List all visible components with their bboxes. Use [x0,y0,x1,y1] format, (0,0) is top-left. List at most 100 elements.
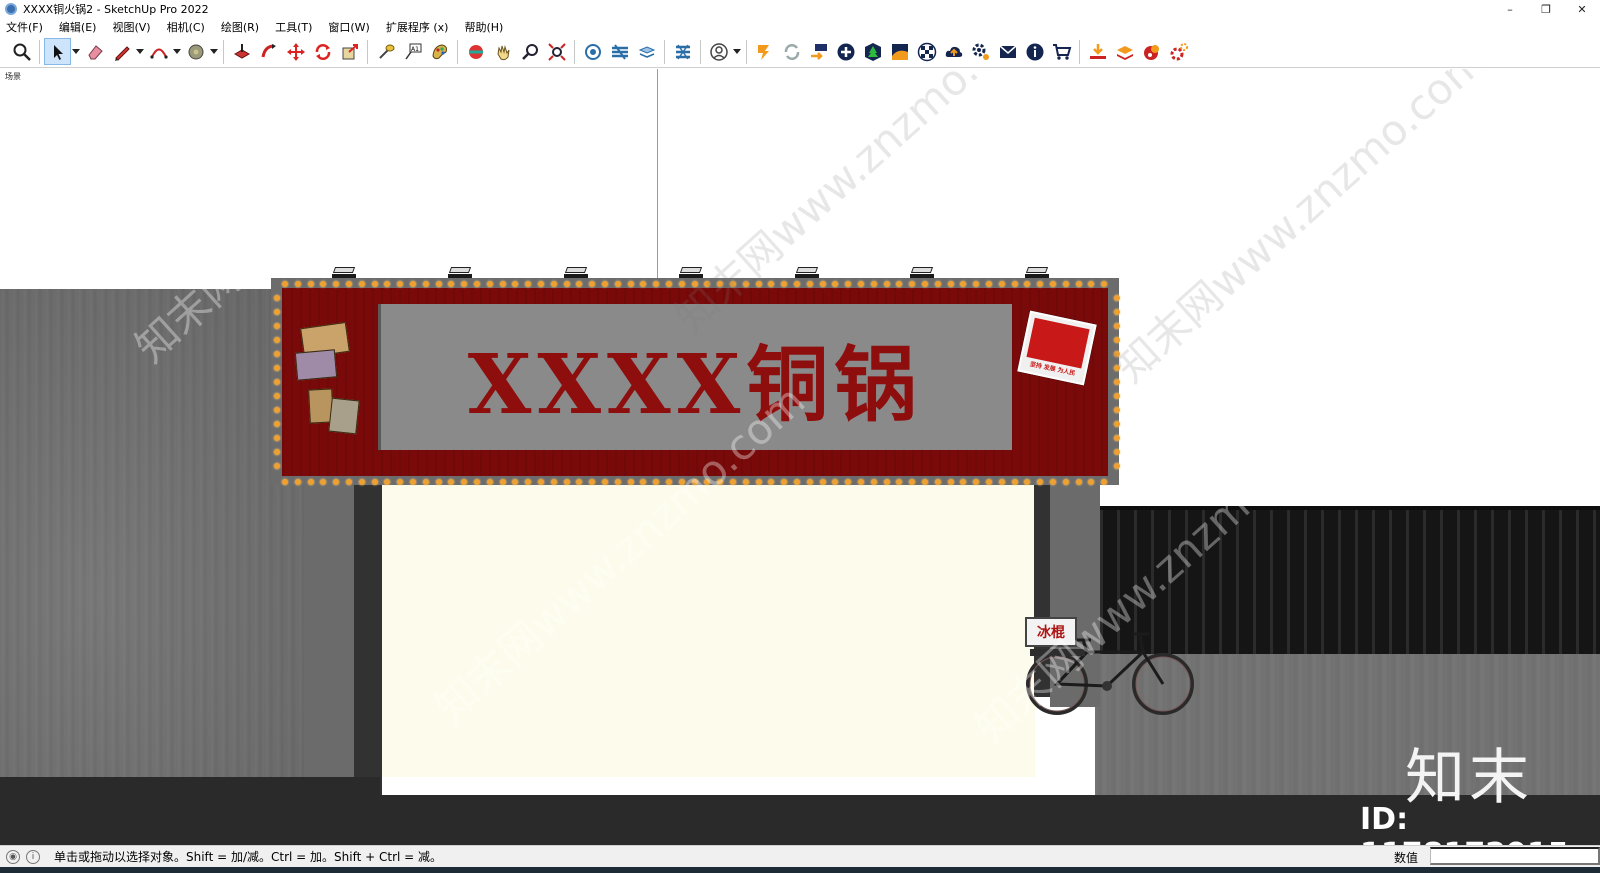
account-icon[interactable] [705,38,732,65]
mail-icon[interactable] [994,38,1021,65]
marquee-bulb [922,479,928,485]
add-icon[interactable] [832,38,859,65]
marquee-bulb [627,281,634,287]
cloud-icon[interactable] [940,38,967,65]
marquee-bulb [274,351,280,357]
zoom-window-icon[interactable] [543,38,570,65]
marquee-bulb [1075,281,1082,287]
marquee-bulb [819,281,826,287]
measurements-input[interactable] [1430,847,1600,865]
pencil-dropdown-icon[interactable] [135,38,145,65]
terrain-icon[interactable] [886,38,913,65]
download-icon[interactable] [1084,38,1111,65]
marquee-bulb [806,281,813,287]
marquee-bulb [294,479,301,485]
taskbar-edge [0,867,1600,873]
menu-window[interactable]: 窗口(W) [326,19,371,35]
marquee-bulb [474,281,480,287]
minimize-button[interactable]: – [1492,0,1528,18]
marquee-bulb [691,281,698,287]
menu-camera[interactable]: 相机(C) [165,19,207,35]
cart-icon[interactable] [1048,38,1075,65]
paint-icon[interactable] [426,38,453,65]
styles-icon[interactable] [633,38,660,65]
scale-icon[interactable] [336,38,363,65]
paint-dropdown-icon[interactable] [209,38,219,65]
marquee-bulb [858,479,864,485]
scene-tab[interactable]: 场景 [5,71,21,82]
orbit-icon[interactable] [462,38,489,65]
layer-stack-icon[interactable] [1111,38,1138,65]
menu-view[interactable]: 视图(V) [110,19,152,35]
select-icon[interactable] [44,38,71,65]
info-icon[interactable] [1021,38,1048,65]
marquee-bulb [274,449,280,455]
extension-icon[interactable] [751,38,778,65]
eraser-icon[interactable] [81,38,108,65]
menu-edit[interactable]: 编辑(E) [57,19,99,35]
toolbar-separator [574,39,575,64]
ground-edge [0,777,380,797]
refresh-icon[interactable] [778,38,805,65]
status-bar: ◉ i 单击或拖动以选择对象。Shift = 加/减。Ctrl = 加。Shif… [0,845,1600,867]
move-icon[interactable] [282,38,309,65]
marquee-bulb [1075,479,1082,485]
marquee-bulb [1114,309,1120,315]
fence-top-rail [1100,506,1600,510]
account-dropdown-icon[interactable] [732,38,742,65]
paint-bucket-icon[interactable] [182,38,209,65]
zoom-extents-icon[interactable] [8,38,35,65]
marquee-bulb [307,281,314,287]
gear-icon[interactable] [967,38,994,65]
marquee-bulb [819,479,826,485]
marquee-bulb [1050,281,1056,287]
marquee-bulb [870,281,877,287]
status-hint: 单击或拖动以选择对象。Shift = 加/减。Ctrl = 加。Shift + … [54,850,443,864]
layers-icon[interactable] [606,38,633,65]
export-icon[interactable] [805,38,832,65]
zoom-icon[interactable] [516,38,543,65]
credits-icon[interactable]: i [26,849,40,864]
marquee-bulb [755,479,762,485]
marquee-bulb [1114,351,1120,357]
arc-dropdown-icon[interactable] [172,38,182,65]
tape-measure-icon[interactable] [372,38,399,65]
pan-icon[interactable] [489,38,516,65]
menu-file[interactable]: 文件(F) [4,19,45,35]
spotlight-icon [448,267,472,279]
marquee-bulb [742,479,749,485]
close-button[interactable]: ✕ [1564,0,1600,18]
marquee-bulb [371,479,378,485]
select-dropdown-icon[interactable] [71,38,81,65]
model-viewport[interactable]: 场景 XXXX铜锅 坚持 发展 为人民 冰棍 知末网www.znzmo.com … [0,69,1600,845]
push-pull-icon[interactable] [228,38,255,65]
marquee-bulb [666,479,672,485]
follow-me-icon[interactable] [255,38,282,65]
text-icon[interactable]: A1 [399,38,426,65]
scenes-icon[interactable] [669,38,696,65]
restore-button[interactable]: ❐ [1528,0,1564,18]
menu-tools[interactable]: 工具(T) [273,19,314,35]
left-wall-shading [0,289,305,799]
rotate-icon[interactable] [309,38,336,65]
marquee-bulb [563,281,570,287]
svg-text:A1: A1 [411,46,419,53]
marquee-bulb [550,479,557,485]
settings-icon[interactable] [1165,38,1192,65]
menu-extensions[interactable]: 扩展程序 (x) [384,19,451,35]
marquee-bulb [858,281,864,287]
marquee-bulb [274,365,280,371]
tree-icon[interactable] [859,38,886,65]
marquee-bulb [1114,295,1120,301]
menu-draw[interactable]: 绘图(R) [219,19,261,35]
geolocation-icon[interactable]: ◉ [6,849,20,864]
component-icon[interactable] [579,38,606,65]
marquee-bulb [678,479,685,485]
checker-icon[interactable] [913,38,940,65]
render-icon[interactable] [1138,38,1165,65]
brand-id: ID: 1178172915 [1360,802,1569,845]
pencil-icon[interactable] [108,38,135,65]
marquee-bulb [730,281,736,287]
menu-help[interactable]: 帮助(H) [462,19,505,35]
arc-icon[interactable] [145,38,172,65]
